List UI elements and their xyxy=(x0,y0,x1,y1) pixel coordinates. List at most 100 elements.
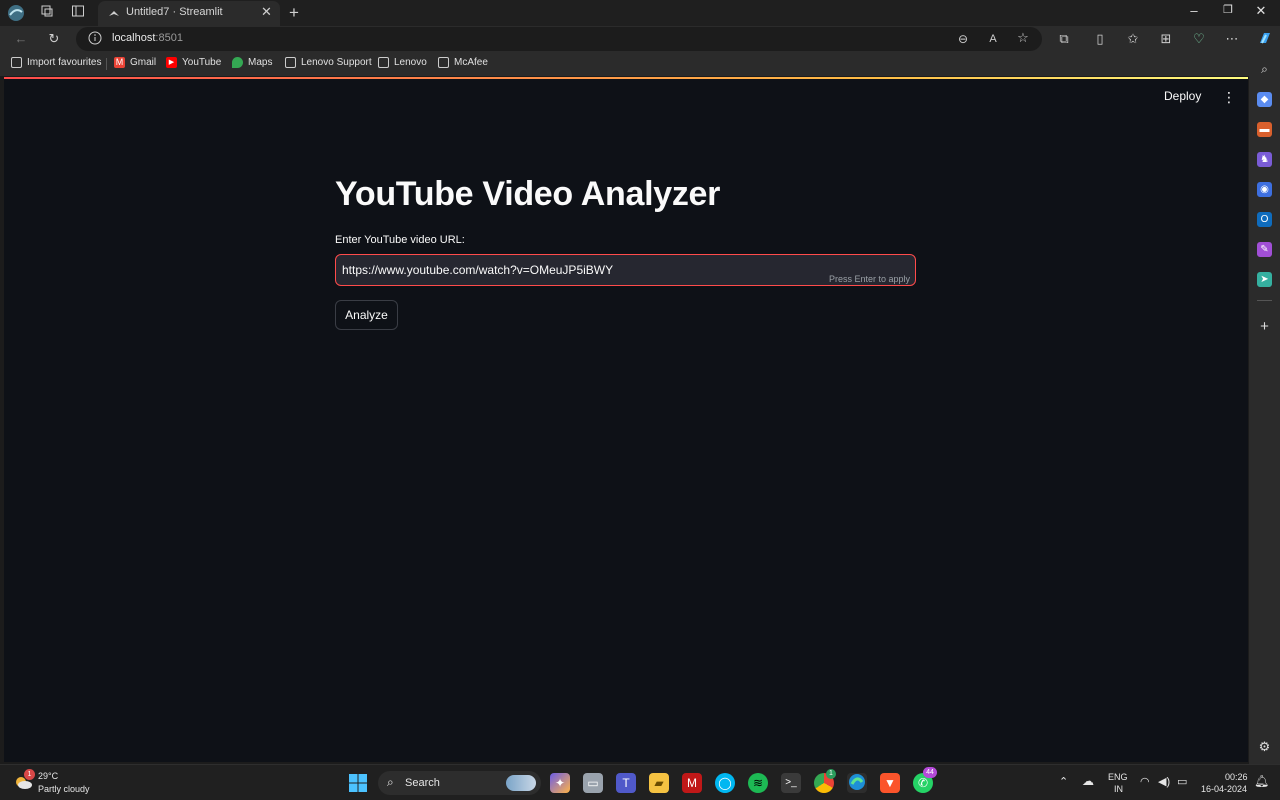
tab-title: Untitled7 · Streamlit xyxy=(126,6,223,18)
bookmark-label: McAfee xyxy=(454,57,488,68)
start-icon[interactable] xyxy=(348,773,368,793)
mcafee-icon[interactable]: M xyxy=(682,773,702,793)
page-icon xyxy=(438,57,449,68)
press-enter-hint: Press Enter to apply xyxy=(828,274,910,284)
language-bottom: IN xyxy=(1114,784,1123,794)
browser-profile-icon[interactable] xyxy=(7,4,25,22)
collections-icon[interactable]: ⊞ xyxy=(1157,31,1175,47)
navigation-bar: ← ↻ localhost:8501 ⊖ A ☆ ⧉ ▯ ✩ ⊞ ♡ ⋯ xyxy=(0,26,1280,53)
tray-overflow-icon[interactable]: ⌃ xyxy=(1059,775,1068,788)
close-window-icon[interactable]: ✕ xyxy=(1248,3,1274,19)
bookmark-youtube[interactable]: ▶ YouTube xyxy=(166,57,221,68)
page-icon xyxy=(378,57,389,68)
sidebar-search-icon[interactable]: ⌕ xyxy=(1257,62,1272,77)
wifi-icon[interactable]: ◠ xyxy=(1140,775,1150,788)
edge-sidebar: ⌕ ◆ ▬ ♞ ◉ O ✎ ➤ + ⚙ xyxy=(1249,53,1280,764)
sidebar-copilot-icon[interactable]: ◉ xyxy=(1257,182,1272,197)
url-input-label: Enter YouTube video URL: xyxy=(335,234,465,246)
bookmark-import-favourites[interactable]: Import favourites xyxy=(11,57,101,68)
url-port: :8501 xyxy=(155,32,183,44)
close-tab-icon[interactable]: ✕ xyxy=(261,4,272,20)
url-host: localhost xyxy=(112,32,156,44)
bookmark-lenovo[interactable]: Lenovo xyxy=(378,57,427,68)
maps-icon xyxy=(232,57,243,68)
volume-icon[interactable]: ◀) xyxy=(1158,775,1170,788)
weather-icon[interactable]: 1 xyxy=(12,769,35,793)
clock-time[interactable]: 00:26 xyxy=(1225,772,1248,782)
youtube-url-input[interactable] xyxy=(342,256,812,284)
extensions-icon[interactable]: ⧉ xyxy=(1055,31,1073,47)
read-aloud-icon[interactable]: A xyxy=(984,31,1002,47)
alexa-icon[interactable]: ◯ xyxy=(715,773,735,793)
bookmark-maps[interactable]: Maps xyxy=(232,57,272,68)
page-title: YouTube Video Analyzer xyxy=(335,175,721,213)
bookmark-label: Gmail xyxy=(130,57,157,68)
bookmark-label: Import favourites xyxy=(27,57,102,68)
sidebar-add-icon[interactable]: + xyxy=(1257,319,1272,334)
split-screen-icon[interactable]: ▯ xyxy=(1091,31,1109,47)
sidebar-drop-icon[interactable]: ➤ xyxy=(1257,272,1272,287)
site-info-icon[interactable] xyxy=(88,31,102,50)
bookmark-lenovo-support[interactable]: Lenovo Support xyxy=(285,57,372,68)
sidebar-settings-icon[interactable]: ⚙ xyxy=(1257,739,1272,754)
bookmark-divider xyxy=(106,58,107,70)
tab-streamlit[interactable]: Untitled7 · Streamlit ✕ xyxy=(98,1,280,26)
whatsapp-icon[interactable]: ✆ 44 xyxy=(913,767,937,793)
gmail-icon: M xyxy=(114,57,125,68)
restore-icon[interactable]: ❐ xyxy=(1215,3,1241,16)
search-icon: ⌕ xyxy=(387,775,394,789)
search-label: Search xyxy=(405,777,440,789)
copilot-icon[interactable] xyxy=(1256,30,1274,50)
language-top[interactable]: ENG xyxy=(1108,772,1128,782)
teams-icon[interactable]: T xyxy=(616,773,636,793)
more-menu-icon[interactable]: ⋯ xyxy=(1223,31,1241,47)
refresh-icon[interactable]: ↻ xyxy=(45,31,63,47)
whatsapp-badge: 44 xyxy=(923,767,937,778)
deploy-button[interactable]: Deploy xyxy=(1164,89,1201,103)
bookmark-mcafee[interactable]: McAfee xyxy=(438,57,488,68)
back-icon[interactable]: ← xyxy=(12,31,30,47)
bookmark-label: YouTube xyxy=(182,57,222,68)
browser-essentials-icon[interactable]: ♡ xyxy=(1190,31,1208,47)
sidebar-shopping-icon[interactable]: ◆ xyxy=(1257,92,1272,107)
youtube-icon: ▶ xyxy=(166,57,177,68)
file-explorer-icon[interactable]: ▰ xyxy=(649,773,669,793)
bookmark-label: Maps xyxy=(248,57,273,68)
sidebar-divider xyxy=(1257,300,1272,301)
weather-temp: 29°C xyxy=(38,771,59,781)
onedrive-icon[interactable]: ☁ xyxy=(1082,774,1094,788)
import-icon xyxy=(11,57,22,68)
chrome-badge: 1 xyxy=(826,769,836,779)
minimize-icon[interactable]: – xyxy=(1181,3,1207,18)
sidebar-tools-icon[interactable]: ▬ xyxy=(1257,122,1272,137)
bookmark-label: Lenovo xyxy=(394,57,427,68)
page-icon xyxy=(285,57,296,68)
edge-icon-active[interactable] xyxy=(847,773,867,793)
favorite-star-icon[interactable]: ☆ xyxy=(1014,30,1032,46)
sidebar-designer-icon[interactable]: ✎ xyxy=(1257,242,1272,257)
address-bar[interactable]: localhost:8501 ⊖ A ☆ xyxy=(76,27,1042,51)
terminal-icon[interactable]: >_ xyxy=(781,773,801,793)
new-tab-icon[interactable]: + xyxy=(285,4,303,22)
battery-icon[interactable]: ▭ xyxy=(1177,775,1187,788)
streamlit-favicon-icon xyxy=(108,7,120,25)
workspaces-icon[interactable] xyxy=(38,4,56,22)
copilot-app-icon[interactable]: ✦ xyxy=(550,773,570,793)
tab-actions-icon[interactable] xyxy=(69,4,87,22)
weather-badge: 1 xyxy=(24,769,35,780)
analyze-button[interactable]: Analyze xyxy=(335,300,398,330)
favorites-icon[interactable]: ✩ xyxy=(1124,31,1142,47)
browser-tab-bar: Untitled7 · Streamlit ✕ + – ❐ ✕ xyxy=(0,0,1280,26)
task-view-icon[interactable]: ▭ xyxy=(583,773,603,793)
chrome-icon[interactable]: 1 xyxy=(814,769,836,793)
notification-bell-icon[interactable]: 🔔︎ xyxy=(1254,774,1269,788)
sidebar-games-icon[interactable]: ♞ xyxy=(1257,152,1272,167)
main-menu-icon[interactable]: ⋮ xyxy=(1222,89,1236,106)
bookmark-gmail[interactable]: M Gmail xyxy=(114,57,156,68)
brave-icon[interactable]: ▼ xyxy=(880,773,900,793)
spotify-icon[interactable]: ≋ xyxy=(748,773,768,793)
url-text: localhost:8501 xyxy=(112,32,183,44)
sidebar-outlook-icon[interactable]: O xyxy=(1257,212,1272,227)
taskbar-search[interactable]: ⌕ Search xyxy=(378,771,541,795)
zoom-icon[interactable]: ⊖ xyxy=(954,31,972,47)
